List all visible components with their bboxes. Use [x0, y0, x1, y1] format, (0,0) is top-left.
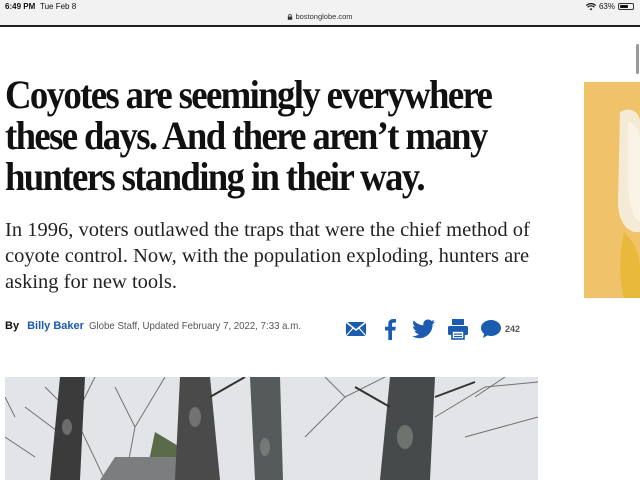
share-bar: 242	[344, 316, 530, 342]
battery-percent: 63%	[598, 2, 615, 11]
article-headline: Coyotes are seemingly everywhere these d…	[5, 72, 493, 199]
article-subhead: In 1996, voters outlawed the traps that …	[5, 219, 530, 293]
address-bar[interactable]: bostonglobe.com	[0, 12, 640, 21]
byline-by: By	[5, 320, 20, 332]
wifi-icon	[585, 2, 596, 10]
comment-icon	[481, 320, 501, 338]
status-indicators: 63%	[585, 2, 634, 11]
byline: By Billy Baker Globe Staff, Updated Febr…	[5, 318, 319, 334]
comment-count: 242	[505, 324, 521, 334]
status-date: Tue Feb 8	[40, 2, 77, 11]
facebook-share-button[interactable]	[378, 317, 402, 341]
advertisement[interactable]	[584, 82, 640, 298]
author-link[interactable]: Billy Baker	[27, 320, 84, 332]
email-share-button[interactable]	[344, 317, 368, 341]
twitter-icon	[412, 319, 435, 339]
print-icon	[448, 319, 468, 340]
toolbar-divider	[0, 25, 640, 27]
twitter-share-button[interactable]	[412, 317, 436, 341]
byline-meta: Globe Staff, Updated February 7, 2022, 7…	[88, 320, 301, 332]
scrollbar[interactable]	[636, 44, 639, 74]
url-text: bostonglobe.com	[295, 12, 353, 21]
comments-button[interactable]: 242	[480, 317, 520, 341]
battery-icon	[618, 3, 634, 10]
lock-icon	[288, 14, 293, 20]
status-bar: 6:49 PM Tue Feb 8 63% bostonglobe.com	[0, 0, 640, 27]
print-button[interactable]	[446, 317, 470, 341]
email-icon	[345, 321, 367, 337]
status-time: 6:49 PM	[5, 2, 36, 11]
facebook-icon	[385, 319, 396, 340]
lead-photo	[5, 377, 538, 480]
